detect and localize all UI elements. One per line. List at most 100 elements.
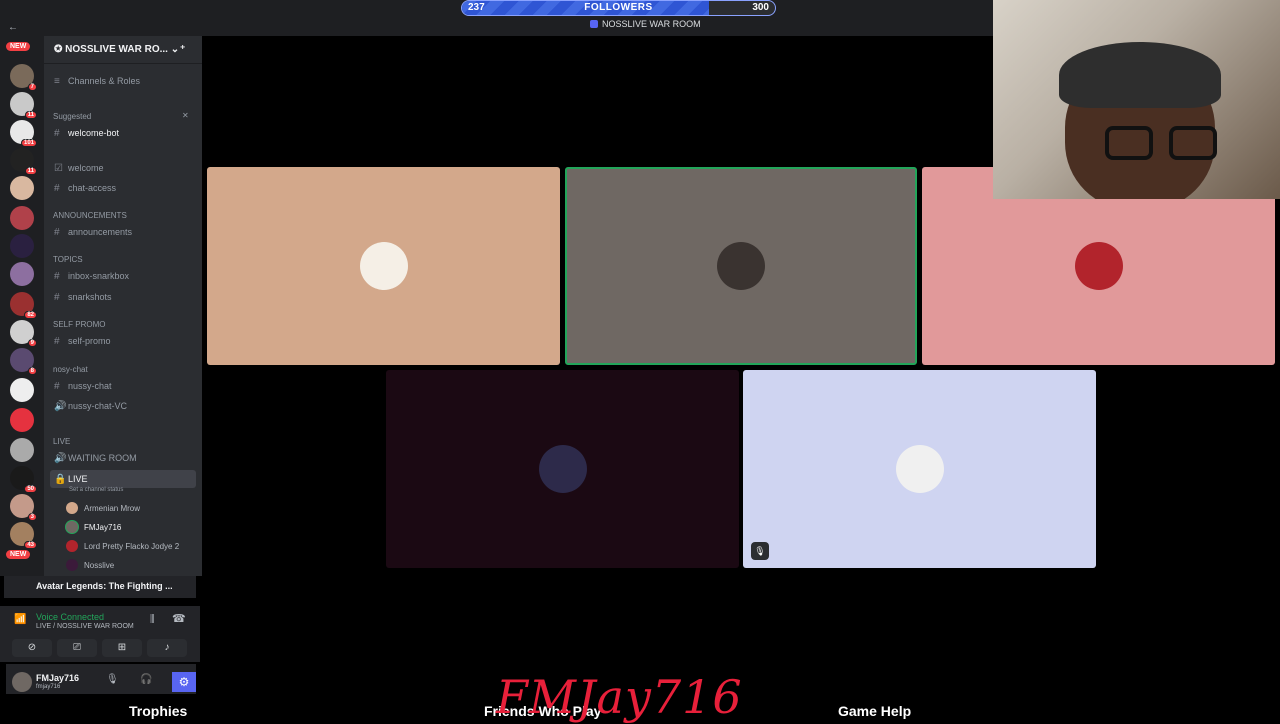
- chevron-down-icon: ⌄: [167, 44, 180, 55]
- microphone-icon[interactable]: 🎙: [106, 674, 119, 685]
- server-icon[interactable]: 11: [10, 92, 37, 119]
- category-topics[interactable]: TOPICS: [53, 255, 83, 264]
- followers-goal-bar: 237 FOLLOWERS 300: [461, 0, 776, 16]
- add-user-icon[interactable]: ⁺: [180, 44, 185, 55]
- server-icon[interactable]: 11: [10, 148, 37, 175]
- hash-icon: #: [54, 270, 60, 282]
- streamer-hat: [1059, 42, 1221, 108]
- channel-welcome[interactable]: ☑ welcome: [50, 159, 196, 177]
- server-icon[interactable]: [10, 378, 34, 402]
- server-icon[interactable]: [10, 408, 34, 432]
- disconnect-icon[interactable]: ☎: [172, 612, 186, 625]
- channel-status[interactable]: Set a channel status: [69, 487, 123, 493]
- noise-suppression-icon[interactable]: ⫼: [150, 614, 155, 625]
- settings-gear-icon[interactable]: ⚙: [172, 672, 196, 692]
- hash-icon: #: [54, 127, 60, 139]
- server-icon[interactable]: 7: [10, 64, 37, 91]
- category-announcements[interactable]: ANNOUNCEMENTS: [53, 211, 127, 220]
- soundboard-button[interactable]: ♪: [147, 639, 187, 657]
- server-icon[interactable]: 43: [10, 522, 37, 549]
- server-icon[interactable]: [10, 438, 34, 462]
- server-icon[interactable]: 82: [10, 292, 37, 319]
- server-icon[interactable]: [10, 234, 34, 258]
- server-icon[interactable]: 50: [10, 466, 37, 493]
- camera-off-button[interactable]: ⊘: [12, 639, 52, 657]
- screen-share-button[interactable]: ⎚: [57, 639, 97, 657]
- avatar: [66, 502, 78, 514]
- server-icon[interactable]: 3: [10, 494, 37, 521]
- channels-roles-item[interactable]: ≡ Channels & Roles: [50, 72, 196, 90]
- headphones-icon[interactable]: 🎧: [140, 674, 152, 685]
- server-icon: ✪: [54, 44, 66, 55]
- hash-icon: #: [54, 226, 60, 238]
- voice-member[interactable]: FMJay716: [66, 519, 121, 535]
- voice-member[interactable]: Lord Pretty Flacko Jodye 2: [66, 538, 179, 554]
- hash-icon: #: [54, 380, 60, 392]
- channel-waiting-room[interactable]: 🔊 WAITING ROOM: [50, 449, 196, 467]
- activities-button[interactable]: ⊞: [102, 639, 142, 657]
- server-icon[interactable]: [10, 262, 34, 286]
- server-icon[interactable]: [10, 176, 34, 200]
- glasses-lens: [1169, 126, 1217, 160]
- avatar: [1074, 242, 1123, 290]
- channel-chat-access[interactable]: # chat-access: [50, 179, 196, 197]
- avatar: [717, 242, 765, 290]
- server-icon[interactable]: 101: [10, 120, 37, 147]
- muted-mic-icon: 🎙: [751, 542, 769, 560]
- video-tile-speaking[interactable]: [565, 167, 917, 365]
- avatar: [66, 559, 78, 571]
- new-badge: NEW: [6, 550, 31, 559]
- video-tile[interactable]: [207, 167, 560, 365]
- channel-inbox-snarkbox[interactable]: # inbox-snarkbox: [50, 267, 196, 285]
- close-icon[interactable]: ✕: [182, 111, 189, 120]
- game-help-label[interactable]: Game Help: [838, 703, 911, 719]
- video-tile[interactable]: [386, 370, 739, 568]
- followers-label: FOLLOWERS: [584, 2, 653, 13]
- voice-member[interactable]: Armenian Mrow: [66, 500, 140, 516]
- glasses-lens: [1105, 126, 1153, 160]
- voice-member[interactable]: Nosslive: [66, 557, 114, 573]
- lock-icon: 🔒: [54, 473, 67, 485]
- hash-icon: #: [54, 182, 60, 194]
- avatar[interactable]: [12, 672, 32, 692]
- category-self-promo[interactable]: SELF PROMO: [53, 320, 105, 329]
- channel-nussy-chat[interactable]: # nussy-chat: [50, 377, 196, 395]
- avatar: [66, 521, 78, 533]
- activity-game: Avatar Legends: The Fighting ...: [36, 581, 173, 591]
- voice-status: Voice Connected: [36, 612, 105, 622]
- avatar: [66, 540, 78, 552]
- channel-announcements[interactable]: # announcements: [50, 223, 196, 241]
- server-icon[interactable]: [10, 206, 34, 230]
- signal-icon: 📶: [14, 614, 27, 625]
- category-nosy-chat[interactable]: nosy-chat: [53, 365, 88, 374]
- followers-target: 300: [752, 2, 769, 13]
- category-live[interactable]: LIVE: [53, 437, 70, 446]
- channel-welcome-bot[interactable]: # welcome-bot: [50, 124, 196, 142]
- streamer-signature: FMJay716: [496, 670, 743, 724]
- server-name: NOSSLIVE WAR RO...: [65, 44, 168, 55]
- channel-snarkshots[interactable]: # snarkshots: [50, 288, 196, 306]
- channel-self-promo[interactable]: # self-promo: [50, 332, 196, 350]
- user-panel: [6, 664, 196, 694]
- video-tile[interactable]: 🎙: [743, 370, 1096, 568]
- server-rail: ← NEW 7 11 101 11 82 9 8 50 3 43 NEW: [0, 22, 44, 576]
- server-icon[interactable]: 9: [10, 320, 37, 347]
- activity-panel[interactable]: Avatar Legends: The Fighting ...: [4, 576, 196, 598]
- speaker-icon: 🔊: [54, 400, 67, 412]
- rules-icon: ☑: [54, 162, 63, 174]
- server-icon[interactable]: 8: [10, 348, 37, 375]
- back-arrow-icon[interactable]: ←: [8, 22, 18, 33]
- avatar: [895, 445, 944, 493]
- list-icon: ≡: [54, 75, 60, 87]
- channel-nussy-chat-vc[interactable]: 🔊 nussy-chat-VC: [50, 397, 196, 415]
- webcam-overlay: [993, 0, 1280, 199]
- channel-live[interactable]: 🔒 LIVE: [50, 470, 196, 488]
- avatar: [538, 445, 587, 493]
- suggested-label: Suggested: [53, 112, 92, 121]
- user-name: FMJay716: [36, 673, 80, 683]
- new-badge: NEW: [6, 42, 31, 51]
- server-header[interactable]: ✪ NOSSLIVE WAR RO... ⌄ ⁺: [44, 36, 202, 64]
- voice-channel-path[interactable]: LIVE / NOSSLIVE WAR ROOM: [36, 623, 134, 630]
- trophies-label[interactable]: Trophies: [129, 703, 187, 719]
- hash-icon: #: [54, 335, 60, 347]
